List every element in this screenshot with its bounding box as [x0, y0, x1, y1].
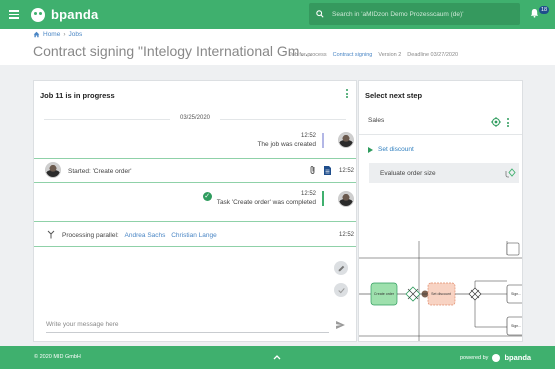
- document-icon[interactable]: [324, 166, 331, 175]
- panda-logo-icon: [492, 353, 501, 362]
- process-link[interactable]: Contract signing: [333, 52, 373, 58]
- notification-bell-icon[interactable]: [530, 8, 539, 18]
- powered-by-label: powered by: [460, 354, 489, 361]
- chevron-up-icon[interactable]: [273, 354, 281, 360]
- timeline-message-completed: ✓ 12:52 Task 'Create order' was complete…: [202, 191, 324, 206]
- page-header: Home › Jobs Contract signing "Intelogy I…: [0, 29, 555, 65]
- search-icon: [316, 10, 324, 18]
- version-label: Version 2: [378, 52, 402, 58]
- timeline-row-started: Started: 'Create order' 12:52: [34, 159, 356, 181]
- powered-by: powered by bpanda: [460, 353, 531, 362]
- menu-icon[interactable]: [9, 10, 19, 19]
- job-more-options-icon[interactable]: [346, 89, 349, 98]
- process-diagram[interactable]: Create order Set discount Sign... Sign..…: [359, 241, 522, 342]
- edit-button[interactable]: [334, 261, 348, 275]
- job-timeline-panel: Job 11 is in progress 03/25/2020 12:52 T…: [33, 80, 357, 342]
- brand-name: bpanda: [51, 7, 99, 22]
- job-for-process-label: Job for process: [289, 52, 327, 58]
- message-time: 12:52: [339, 168, 355, 174]
- message-text: The job was created: [257, 141, 316, 148]
- next-step-panel: Select next step Sales Set discount Eval…: [358, 80, 523, 342]
- person-link-andrea-sachs[interactable]: Andrea Sachs: [125, 232, 166, 239]
- avatar: [338, 132, 354, 148]
- timeline-message-created: 12:52 The job was created: [257, 133, 324, 148]
- divider: [34, 221, 356, 222]
- date-separator: 03/25/2020: [34, 115, 356, 121]
- diagram-task-label: Set discount: [431, 292, 451, 296]
- job-status-title: Job 11 is in progress: [40, 91, 115, 100]
- complete-button[interactable]: [334, 283, 348, 297]
- parallel-text: Processing parallel: Andrea Sachs Christ…: [62, 232, 217, 239]
- send-icon[interactable]: [336, 321, 345, 329]
- diagram-task-label: Create order: [374, 292, 395, 296]
- divider: [359, 134, 522, 135]
- top-bar: bpanda 18: [0, 0, 555, 29]
- avatar: [338, 191, 354, 207]
- play-icon: [368, 146, 373, 153]
- person-link-christian-lange[interactable]: Christian Lange: [171, 232, 217, 239]
- avatar: [45, 162, 61, 178]
- breadcrumb-separator: ›: [63, 31, 66, 38]
- timeline-row-parallel: Processing parallel: Andrea Sachs Christ…: [34, 223, 356, 243]
- divider: [34, 182, 356, 183]
- deadline-label: Deadline 03/27/2020: [407, 52, 459, 58]
- pencil-icon: [338, 265, 344, 271]
- attachment-icon[interactable]: [310, 165, 316, 175]
- target-icon[interactable]: [491, 117, 501, 127]
- divider: [34, 246, 356, 247]
- message-input[interactable]: [46, 321, 329, 333]
- message-time: 12:52: [300, 191, 316, 197]
- check-circle-icon: ✓: [202, 192, 212, 201]
- breadcrumb: Home › Jobs: [33, 31, 82, 38]
- notification-count-badge: 18: [539, 6, 550, 14]
- lane-label: Sales: [368, 117, 385, 124]
- started-text: Started: 'Create order': [68, 168, 132, 175]
- page-title: Contract signing "Intelogy International…: [33, 43, 314, 59]
- breadcrumb-home[interactable]: Home: [43, 31, 60, 38]
- message-text: Task 'Create order' was completed: [216, 199, 316, 206]
- app-logo[interactable]: bpanda: [31, 7, 98, 22]
- diagram-task[interactable]: [506, 242, 520, 256]
- diagram-task-label: Sign...: [511, 292, 521, 296]
- next-step-evaluate-order-size[interactable]: Evaluate order size: [369, 163, 519, 183]
- breadcrumb-jobs[interactable]: Jobs: [69, 31, 83, 38]
- step-label: Set discount: [378, 146, 414, 153]
- home-icon: [33, 31, 40, 38]
- job-meta: Job for process Contract signing Version…: [289, 52, 458, 58]
- panda-logo-icon: [31, 7, 45, 22]
- message-time: 12:52: [339, 232, 355, 238]
- message-time: 12:52: [300, 133, 316, 139]
- gateway-diamond-icon: [505, 168, 516, 178]
- footer-brand: bpanda: [504, 353, 532, 362]
- check-icon: [337, 287, 345, 293]
- search-box[interactable]: [309, 3, 520, 25]
- search-input[interactable]: [332, 10, 512, 18]
- diagram-flow: [474, 300, 507, 328]
- step-label: Evaluate order size: [380, 170, 436, 177]
- footer: © 2020 MID GmbH powered by bpanda: [0, 346, 555, 369]
- next-step-more-options-icon[interactable]: [507, 118, 510, 127]
- copyright: © 2020 MID GmbH: [34, 354, 81, 360]
- next-step-title: Select next step: [365, 91, 423, 100]
- diagram-task-label: Sign...: [511, 324, 521, 328]
- next-step-set-discount[interactable]: Set discount: [368, 146, 414, 153]
- fork-icon: [47, 230, 55, 239]
- parallel-label: Processing parallel:: [62, 232, 119, 239]
- diagram-flow: [474, 280, 507, 288]
